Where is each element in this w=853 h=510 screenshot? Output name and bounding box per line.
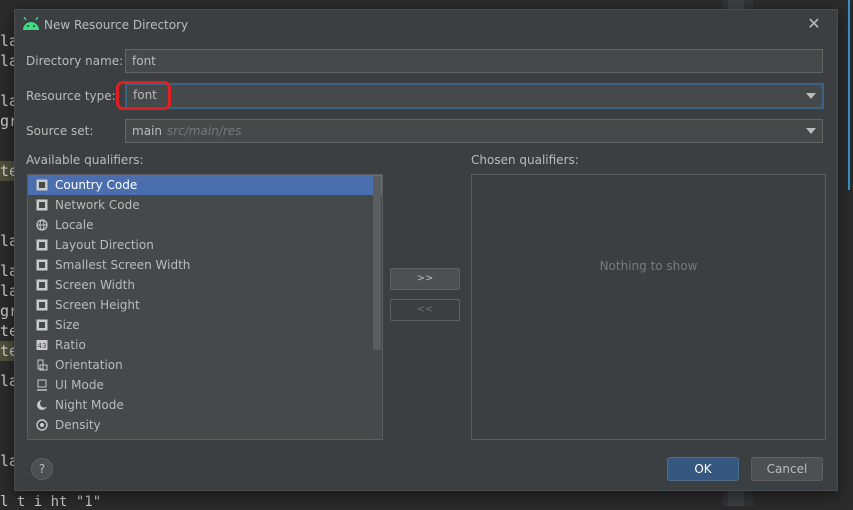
resource-type-combo[interactable]: font: [125, 83, 824, 109]
qualifier-item[interactable]: Layout Direction: [28, 235, 382, 255]
chosen-qualifiers-label: Chosen qualifiers:: [471, 153, 579, 167]
qualifier-item[interactable]: UI Mode: [28, 375, 382, 395]
chevron-down-icon: [806, 93, 816, 99]
directory-name-value: font: [132, 54, 156, 68]
source-set-combo[interactable]: main src/main/res: [125, 119, 823, 143]
remove-qualifier-button[interactable]: <<: [390, 299, 460, 321]
directory-name-label: Directory name:: [26, 54, 124, 68]
qualifier-item[interactable]: Size: [28, 315, 382, 335]
source-set-label: Source set:: [26, 124, 94, 138]
source-set-path: src/main/res: [166, 124, 242, 138]
qualifier-item[interactable]: Network Code: [28, 195, 382, 215]
qualifier-item[interactable]: Orientation: [28, 355, 382, 375]
qualifier-label: Density: [55, 418, 101, 432]
android-icon: [23, 17, 39, 30]
qualifier-item[interactable]: Smallest Screen Width: [28, 255, 382, 275]
chosen-qualifiers-list[interactable]: Nothing to show: [471, 174, 826, 440]
red-highlight-annotation: [116, 81, 171, 110]
qualifier-item[interactable]: Country Code: [28, 175, 382, 195]
qualifier-label: Size: [55, 318, 80, 332]
ui-mode-icon: [37, 379, 47, 391]
network-code-icon: [36, 199, 48, 211]
qualifier-label: Screen Width: [55, 278, 135, 292]
resource-type-label: Resource type:: [26, 89, 116, 103]
qualifier-label: Screen Height: [55, 298, 140, 312]
globe-icon: [36, 219, 48, 231]
empty-state-text: Nothing to show: [599, 259, 698, 273]
qualifier-label: Network Code: [55, 198, 140, 212]
density-icon: [36, 419, 48, 431]
available-qualifiers-list[interactable]: Country Code Network Code Locale Layout Dir…: [27, 174, 383, 440]
night-mode-icon: [37, 399, 48, 410]
qualifier-item[interactable]: Locale: [28, 215, 382, 235]
qualifier-label: Smallest Screen Width: [55, 258, 191, 272]
close-button[interactable]: ✕: [805, 15, 823, 33]
country-code-icon: [36, 179, 48, 191]
qualifier-label: Layout Direction: [55, 238, 154, 252]
dialog-title: New Resource Directory: [44, 18, 189, 32]
new-resource-directory-dialog: New Resource Directory ✕ Directory name:…: [14, 9, 838, 491]
orientation-icon: [37, 359, 48, 371]
directory-name-field[interactable]: font: [125, 49, 823, 73]
ok-button[interactable]: OK: [667, 457, 739, 481]
qualifier-item[interactable]: Screen Height: [28, 295, 382, 315]
help-button[interactable]: ?: [31, 458, 53, 480]
qualifier-item[interactable]: Density: [28, 415, 382, 435]
layout-direction-icon: [36, 239, 48, 251]
add-qualifier-button[interactable]: >>: [390, 268, 460, 290]
focus-border: [848, 0, 850, 190]
qualifier-item[interactable]: Night Mode: [28, 395, 382, 415]
size-icon: [36, 319, 48, 331]
qualifier-label: Ratio: [55, 338, 86, 352]
qualifier-item[interactable]: Screen Width: [28, 275, 382, 295]
editor-bottom-text: l t i ht "1": [0, 494, 102, 510]
svg-text:43: 43: [38, 342, 47, 350]
qualifier-label: Orientation: [55, 358, 123, 372]
qualifier-label: Night Mode: [55, 398, 124, 412]
qualifier-item[interactable]: 43 Ratio: [28, 335, 382, 355]
screen-height-icon: [36, 299, 48, 311]
qualifier-label: UI Mode: [55, 378, 104, 392]
qualifier-label: Country Code: [55, 178, 138, 192]
ratio-icon: 43: [36, 340, 48, 350]
dialog-titlebar[interactable]: New Resource Directory ✕: [15, 10, 837, 40]
chevron-down-icon: [806, 128, 816, 134]
available-qualifiers-label: Available qualifiers:: [26, 153, 144, 167]
smallest-width-icon: [36, 259, 48, 271]
list-scrollbar[interactable]: [373, 176, 381, 350]
cancel-button[interactable]: Cancel: [751, 457, 823, 481]
qualifier-label: Locale: [55, 218, 94, 232]
screen-width-icon: [36, 279, 48, 291]
source-set-value: main: [132, 124, 162, 138]
